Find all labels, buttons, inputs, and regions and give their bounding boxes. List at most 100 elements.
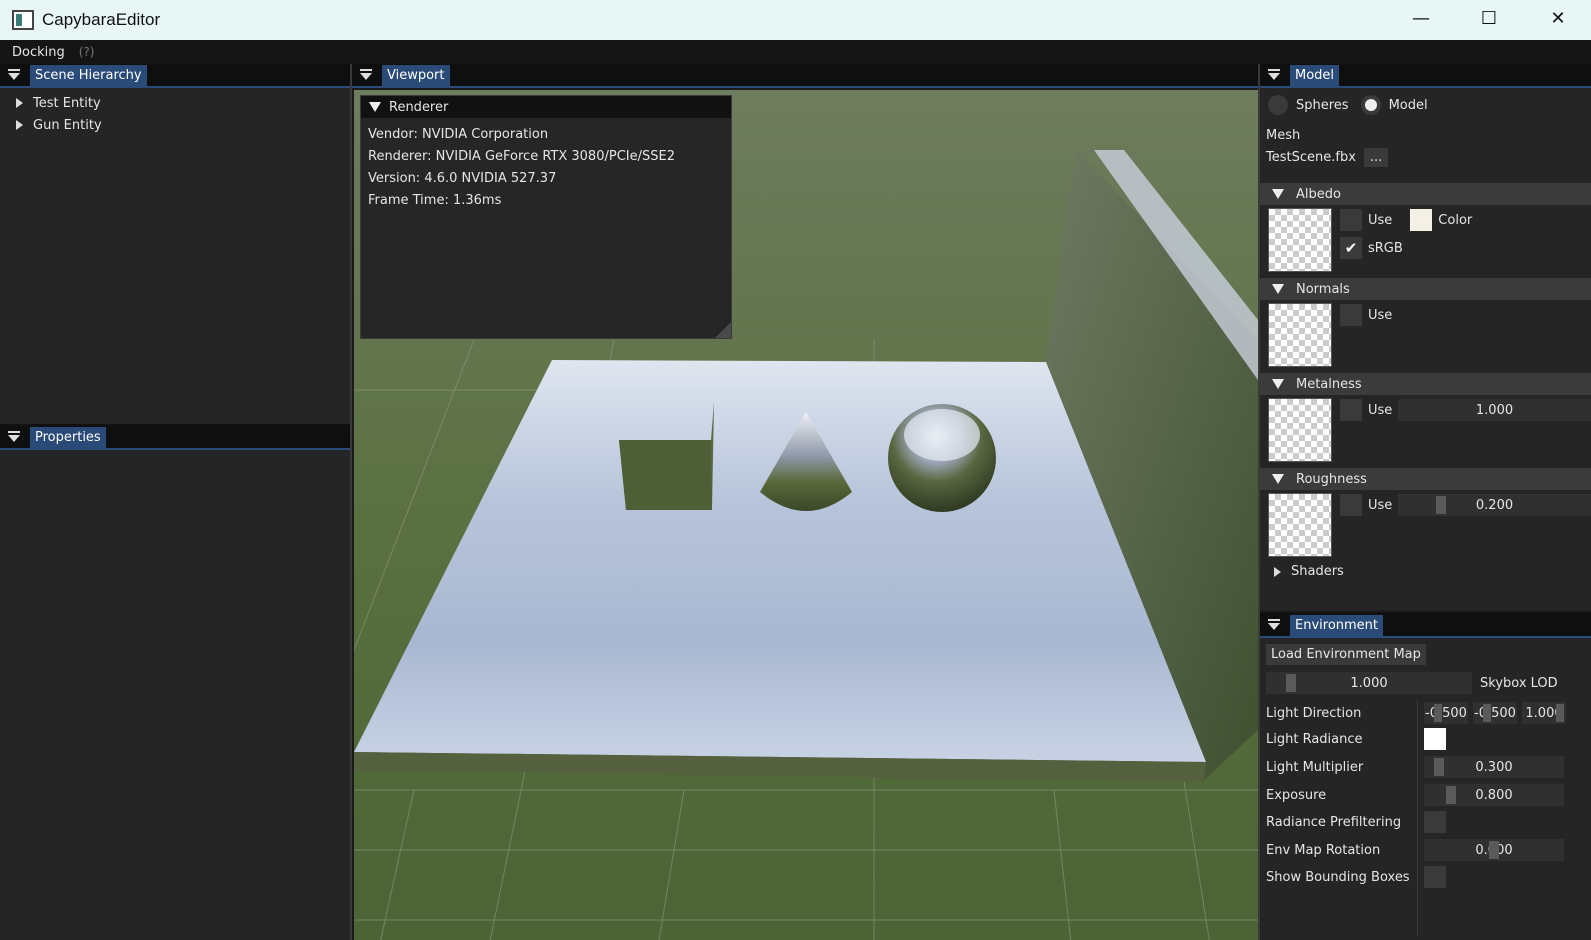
browse-mesh-button[interactable]: ... <box>1363 148 1389 167</box>
light-multiplier-slider[interactable]: 0.300 <box>1424 756 1564 778</box>
renderer-header[interactable]: Renderer <box>361 96 731 118</box>
tab-viewport[interactable]: Viewport <box>382 64 450 86</box>
normals-texture-preview[interactable] <box>1268 303 1332 367</box>
roughness-texture-preview[interactable] <box>1268 493 1332 557</box>
light-direction-x-handle[interactable] <box>1434 704 1442 722</box>
normals-header[interactable]: Normals <box>1260 278 1591 300</box>
albedo-texture-preview[interactable] <box>1268 208 1332 272</box>
environment-tabbar: Environment <box>1260 614 1591 638</box>
radiance-prefiltering-checkbox[interactable] <box>1424 811 1446 833</box>
collapse-arrow-icon[interactable] <box>1272 474 1284 484</box>
menu-bar: Docking (?) <box>0 40 1591 64</box>
skybox-lod-value: 1.000 <box>1350 675 1388 691</box>
vendor-text: Vendor: NVIDIA Corporation <box>368 127 549 142</box>
minimize-icon: — <box>1412 7 1430 29</box>
metalness-texture-preview[interactable] <box>1268 398 1332 462</box>
tree-item-label: Test Entity <box>33 95 101 111</box>
expand-arrow-icon[interactable] <box>16 120 23 130</box>
albedo-color-swatch[interactable] <box>1410 209 1433 231</box>
metalness-use-checkbox[interactable] <box>1340 399 1362 421</box>
frame-time-text: Frame Time: 1.36ms <box>368 193 502 208</box>
collapse-arrow-icon[interactable] <box>1272 284 1284 294</box>
light-direction-x-field[interactable]: -0.500 <box>1424 702 1468 724</box>
roughness-header[interactable]: Roughness <box>1260 468 1591 490</box>
version-text: Version: 4.6.0 NVIDIA 527.37 <box>368 171 557 186</box>
expand-arrow-icon[interactable] <box>16 98 23 108</box>
collapse-arrow-icon[interactable] <box>1272 379 1284 389</box>
collapse-arrow-icon[interactable] <box>1272 189 1284 199</box>
light-direction-y-field[interactable]: -0.500 <box>1473 702 1517 724</box>
collapse-arrow-icon[interactable] <box>369 102 381 112</box>
tab-environment[interactable]: Environment <box>1290 614 1384 636</box>
tree-item-label: Gun Entity <box>33 117 102 133</box>
normals-use-checkbox[interactable] <box>1340 304 1362 326</box>
load-environment-map-button[interactable]: Load Environment Map <box>1266 644 1426 665</box>
tree-item-test-entity[interactable]: Test Entity <box>0 92 350 114</box>
roughness-slider[interactable]: 0.200 <box>1398 494 1591 516</box>
normals-use-label: Use <box>1368 307 1393 323</box>
renderer-text: Renderer: NVIDIA GeForce RTX 3080/PCIe/S… <box>368 149 675 164</box>
albedo-header[interactable]: Albedo <box>1260 183 1591 205</box>
light-direction-z-handle[interactable] <box>1556 704 1564 722</box>
minimize-button[interactable]: — <box>1390 0 1452 36</box>
metalness-header[interactable]: Metalness <box>1260 373 1591 395</box>
tab-menu-icon[interactable] <box>1268 69 1282 81</box>
skybox-lod-slider[interactable]: 1.000 <box>1266 672 1472 694</box>
light-direction-y-handle[interactable] <box>1483 704 1491 722</box>
tab-menu-icon[interactable] <box>1268 619 1282 631</box>
exposure-value: 0.800 <box>1475 787 1513 803</box>
close-button[interactable]: ✕ <box>1527 0 1589 36</box>
tab-menu-icon[interactable] <box>8 69 22 81</box>
roughness-use-label: Use <box>1368 497 1393 513</box>
light-multiplier-value: 0.300 <box>1475 759 1513 775</box>
viewport-tabbar: Viewport <box>352 64 1258 88</box>
show-bounding-boxes-label: Show Bounding Boxes <box>1266 869 1410 885</box>
tab-properties[interactable]: Properties <box>30 426 106 448</box>
albedo-section: Albedo Use Color ✔ sRGB <box>1260 179 1591 272</box>
show-bounding-boxes-checkbox[interactable] <box>1424 866 1446 888</box>
skybox-lod-handle[interactable] <box>1286 674 1296 692</box>
roughness-use-checkbox[interactable] <box>1340 494 1362 516</box>
help-marker[interactable]: (?) <box>79 45 95 59</box>
menu-docking[interactable]: Docking <box>12 45 65 60</box>
light-radiance-swatch[interactable] <box>1424 728 1446 750</box>
roughness-section: Roughness Use 0.200 <box>1260 464 1591 557</box>
tab-menu-icon[interactable] <box>360 69 374 81</box>
light-multiplier-label: Light Multiplier <box>1266 759 1364 775</box>
maximize-button[interactable]: ☐ <box>1458 0 1520 36</box>
splitter-right[interactable] <box>1258 64 1260 940</box>
env-map-rotation-handle[interactable] <box>1489 841 1499 859</box>
metalness-title: Metalness <box>1296 376 1362 392</box>
radio-model[interactable] <box>1360 95 1381 115</box>
tab-model[interactable]: Model <box>1290 64 1340 86</box>
srgb-label: sRGB <box>1368 240 1403 256</box>
renderer-window[interactable]: Renderer Vendor: NVIDIA Corporation Rend… <box>360 95 732 339</box>
light-multiplier-handle[interactable] <box>1434 758 1444 776</box>
radio-spheres[interactable] <box>1268 95 1288 115</box>
viewport-scene[interactable]: Renderer Vendor: NVIDIA Corporation Rend… <box>354 90 1258 940</box>
normals-title: Normals <box>1296 281 1350 297</box>
exposure-handle[interactable] <box>1446 786 1456 804</box>
tree-item-gun-entity[interactable]: Gun Entity <box>0 114 350 136</box>
exposure-slider[interactable]: 0.800 <box>1424 784 1564 806</box>
metalness-section: Metalness Use 1.000 <box>1260 369 1591 462</box>
albedo-use-checkbox[interactable] <box>1340 209 1362 231</box>
exposure-label: Exposure <box>1266 787 1327 803</box>
light-direction-z-field[interactable]: 1.000 <box>1522 702 1566 724</box>
roughness-title: Roughness <box>1296 471 1367 487</box>
splitter-left[interactable] <box>350 64 352 940</box>
tab-menu-icon[interactable] <box>8 431 22 443</box>
light-radiance-label: Light Radiance <box>1266 731 1363 747</box>
env-map-rotation-slider[interactable]: 0.000 <box>1424 839 1564 861</box>
srgb-checkbox[interactable]: ✔ <box>1340 237 1362 259</box>
shaders-tree-node[interactable]: Shaders <box>1274 564 1344 579</box>
metalness-slider[interactable]: 1.000 <box>1398 399 1591 421</box>
shaders-label: Shaders <box>1291 564 1344 579</box>
radio-spheres-label: Spheres <box>1296 97 1349 113</box>
window-title: CapybaraEditor <box>42 10 161 29</box>
resize-grip[interactable] <box>715 322 731 338</box>
tab-scene-hierarchy[interactable]: Scene Hierarchy <box>30 64 147 86</box>
expand-arrow-icon[interactable] <box>1274 566 1281 577</box>
skybox-lod-label: Skybox LOD <box>1480 675 1558 691</box>
roughness-slider-handle[interactable] <box>1436 496 1446 514</box>
